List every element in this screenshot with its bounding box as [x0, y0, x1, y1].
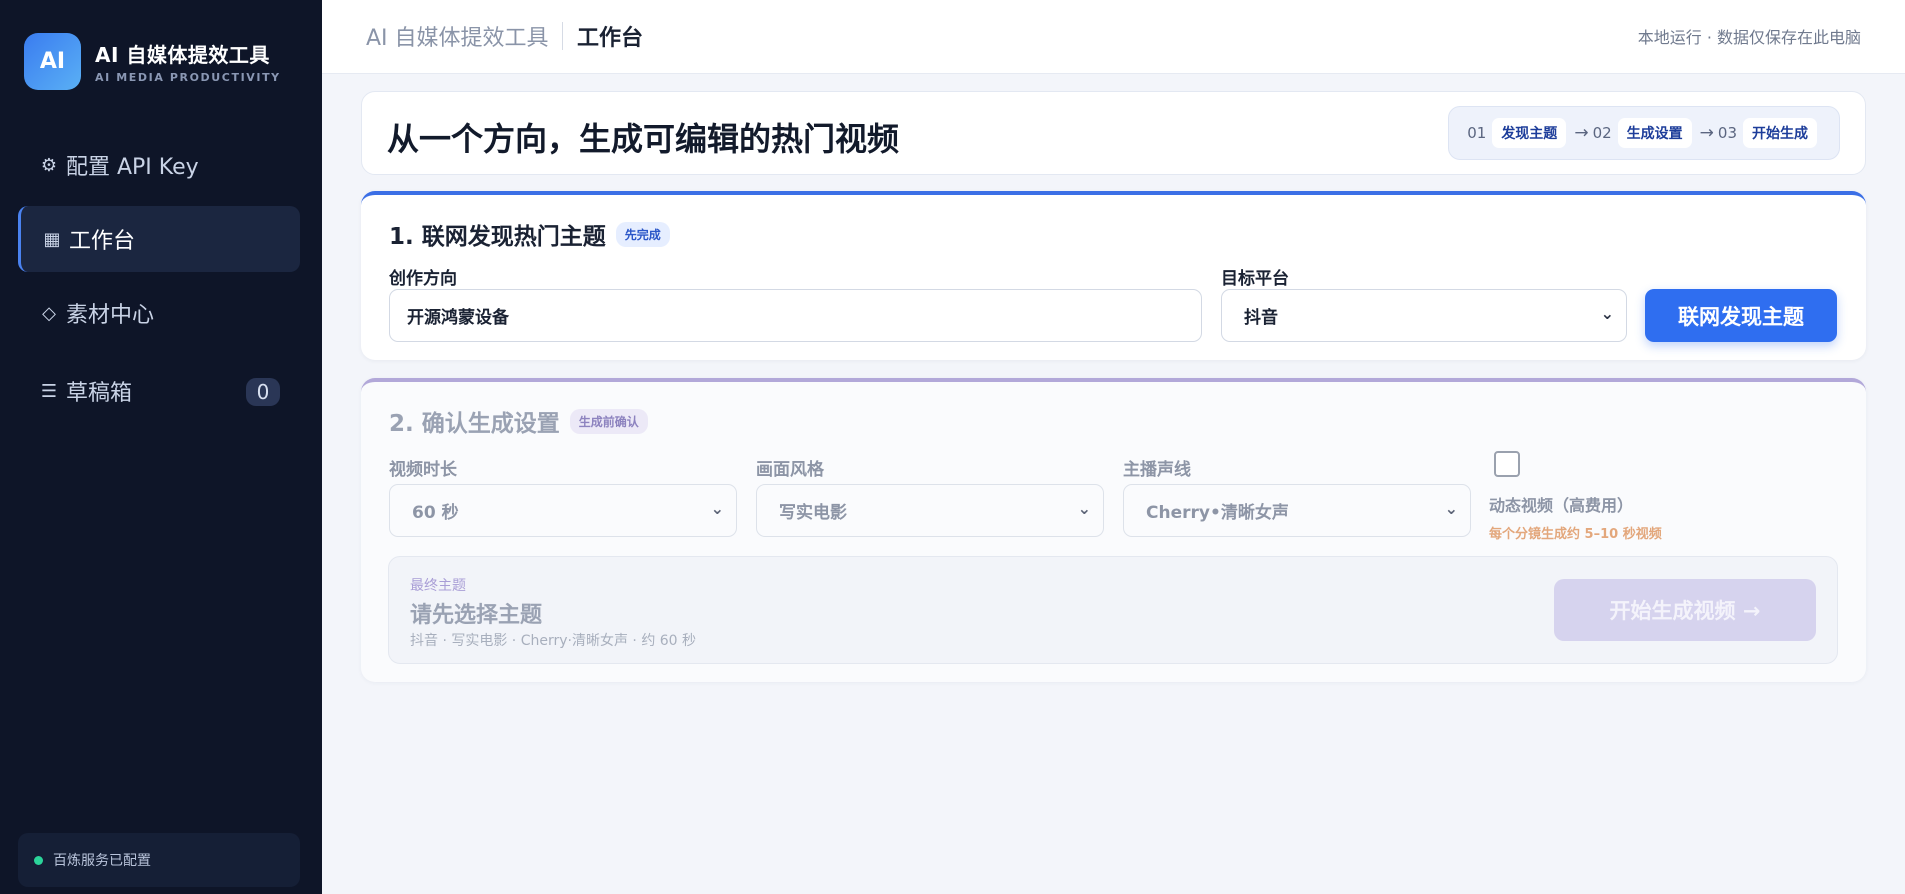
drafts-count-badge: 0: [246, 378, 280, 406]
final-topic-meta: 抖音 · 写实电影 · Cherry·清晰女声 · 约 60 秒: [410, 633, 697, 649]
platform-value: 抖音: [1244, 308, 1278, 328]
status-dot-icon: [34, 855, 43, 865]
grid-icon: ▦: [43, 228, 61, 250]
breadcrumb-divider: [562, 22, 563, 50]
brand-subtitle: AI MEDIA PRODUCTIVITY: [95, 71, 281, 84]
status-text: 百炼服务已配置: [53, 853, 151, 869]
sidebar-item-label: 草稿箱: [66, 381, 133, 406]
arrow-right-icon: →: [1699, 123, 1714, 143]
brand: AI AI 自媒体提效工具 AI MEDIA PRODUCTIVITY: [24, 33, 281, 90]
discover-topic-section: 1. 联网发现热门主题 先完成 创作方向 开源鸿蒙设备 目标平台 抖音 ⌄ 联网…: [361, 191, 1866, 360]
list-icon: ☰: [40, 380, 58, 402]
dynamic-video-checkbox[interactable]: [1494, 451, 1520, 477]
hero-card: 从一个方向，生成可编辑的热门视频 01 发现主题 → 02 生成设置 → 03 …: [361, 91, 1866, 175]
section-title-text: 1. 联网发现热门主题: [389, 224, 606, 250]
duration-label: 视频时长: [389, 460, 457, 480]
voice-label: 主播声线: [1123, 460, 1191, 480]
hero-title: 从一个方向，生成可编辑的热门视频: [387, 120, 900, 158]
arrow-right-icon: →: [1574, 123, 1589, 143]
breadcrumb-app: AI 自媒体提效工具: [366, 26, 549, 51]
top-bar: AI 自媒体提效工具 工作台 本地运行 · 数据仅保存在此电脑: [322, 0, 1905, 74]
sidebar: AI AI 自媒体提效工具 AI MEDIA PRODUCTIVITY ⚙ 配置…: [0, 0, 322, 894]
chevron-down-icon: ⌄: [1444, 499, 1458, 518]
section-title: 2. 确认生成设置 生成前确认: [389, 404, 648, 438]
section-tag: 生成前确认: [569, 408, 648, 434]
style-label: 画面风格: [756, 460, 824, 480]
gear-icon: ⚙: [40, 154, 58, 176]
sidebar-item-materials[interactable]: ◇ 素材中心: [18, 280, 300, 346]
step-indicator: 01 发现主题 → 02 生成设置 → 03 开始生成: [1448, 106, 1840, 160]
section-title-text: 2. 确认生成设置: [389, 411, 560, 437]
step-number: 02: [1592, 124, 1612, 142]
section-title: 1. 联网发现热门主题 先完成: [389, 217, 670, 251]
chevron-down-icon: ⌄: [710, 499, 724, 518]
final-topic-label: 最终主题: [410, 578, 466, 594]
step-number: 03: [1717, 124, 1737, 142]
brand-title: AI 自媒体提效工具: [95, 43, 270, 67]
diamond-icon: ◇: [42, 302, 56, 324]
section-tag: 先完成: [615, 221, 670, 247]
dynamic-video-note: 每个分镜生成约 5–10 秒视频: [1489, 527, 1662, 542]
duration-value: 60 秒: [412, 503, 459, 523]
service-status: 百炼服务已配置: [18, 833, 300, 887]
direction-input[interactable]: 开源鸿蒙设备: [389, 289, 1202, 342]
step-number: 01: [1467, 124, 1487, 142]
sidebar-item-workbench[interactable]: ▦ 工作台: [18, 206, 300, 272]
voice-value: Cherry•清晰女声: [1146, 503, 1289, 523]
chevron-down-icon: ⌄: [1600, 304, 1614, 323]
style-select[interactable]: 写实电影 ⌄: [756, 484, 1104, 537]
dynamic-video-label: 动态视频（高费用）: [1489, 496, 1634, 515]
generation-settings-section: 2. 确认生成设置 生成前确认 视频时长 60 秒 ⌄ 画面风格 写实电影 ⌄ …: [361, 378, 1866, 682]
sidebar-item-drafts[interactable]: ☰ 草稿箱 0: [18, 358, 300, 424]
discover-topics-button[interactable]: 联网发现主题: [1645, 289, 1837, 342]
final-topic-panel: 最终主题 请先选择主题 抖音 · 写实电影 · Cherry·清晰女声 · 约 …: [388, 556, 1838, 664]
duration-select[interactable]: 60 秒 ⌄: [389, 484, 737, 537]
sidebar-item-label: 工作台: [69, 229, 136, 254]
platform-select[interactable]: 抖音 ⌄: [1221, 289, 1627, 342]
step-generate: 开始生成: [1743, 118, 1817, 148]
page-title: 工作台: [577, 26, 644, 51]
final-topic-title: 请先选择主题: [410, 603, 543, 628]
voice-select[interactable]: Cherry•清晰女声 ⌄: [1123, 484, 1471, 537]
local-storage-note: 本地运行 · 数据仅保存在此电脑: [1637, 28, 1861, 47]
sidebar-item-api-key[interactable]: ⚙ 配置 API Key: [18, 132, 300, 198]
start-generate-button[interactable]: 开始生成视频 →: [1554, 579, 1816, 641]
step-settings: 生成设置: [1617, 118, 1692, 148]
app-logo: AI: [24, 33, 81, 90]
direction-label: 创作方向: [389, 269, 457, 289]
sidebar-item-label: 配置 API Key: [66, 155, 199, 180]
style-value: 写实电影: [779, 503, 847, 523]
platform-label: 目标平台: [1221, 269, 1289, 289]
step-discover: 发现主题: [1492, 118, 1567, 148]
chevron-down-icon: ⌄: [1077, 499, 1091, 518]
sidebar-item-label: 素材中心: [66, 303, 155, 328]
